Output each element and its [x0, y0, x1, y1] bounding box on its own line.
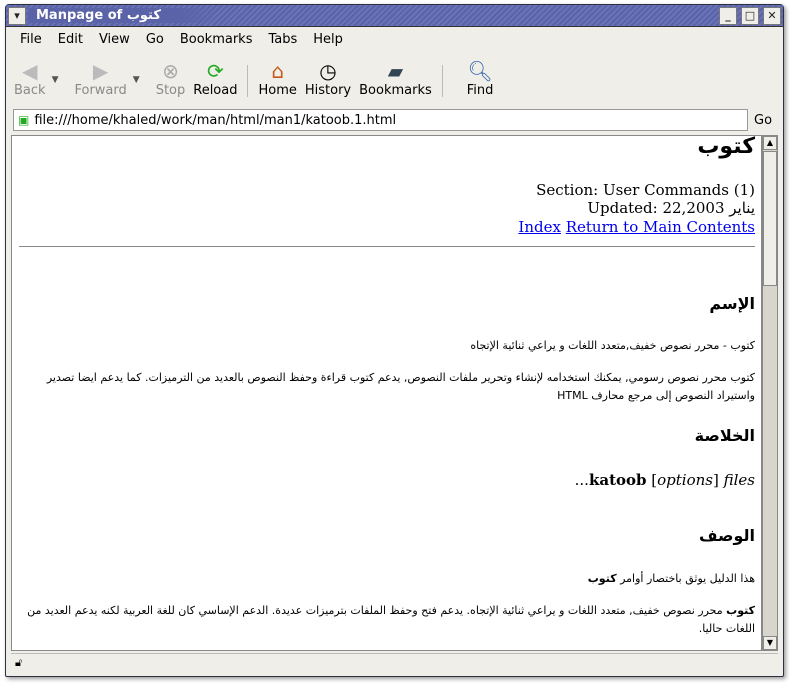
- reload-button[interactable]: ⟳ Reload: [189, 57, 241, 100]
- book-icon: ▰: [387, 59, 404, 83]
- page-content: كتوب Section: User Commands (1) Updated:…: [11, 135, 762, 651]
- main-contents-link[interactable]: Return to Main Contents: [566, 218, 755, 236]
- security-lock-icon: 🔓︎: [15, 656, 23, 669]
- window-menu-button[interactable]: ▾: [8, 6, 26, 25]
- home-icon: ⌂: [271, 59, 285, 83]
- clock-icon: ◷: [319, 59, 337, 83]
- menu-view[interactable]: View: [91, 29, 138, 50]
- name-text: كتوب - محرر نصوص خفيف,متعدد اللغات و يرا…: [470, 339, 755, 352]
- scroll-thumb[interactable]: [763, 151, 777, 286]
- menu-help[interactable]: Help: [305, 29, 351, 50]
- synopsis-heading: الخلاصة: [694, 426, 755, 445]
- status-bar: 🔓︎: [11, 653, 778, 673]
- index-link[interactable]: Index: [518, 218, 561, 236]
- divider: [19, 246, 755, 247]
- name-paragraph: كتوب محرر نصوص رسومي, يمكنك استخدامه لإن…: [46, 371, 755, 402]
- title-bar: ▾ Manpage of كتوب _ □ ✕: [6, 5, 783, 27]
- toolbar: ◀ Back ▼ ▶ Forward ▼ ⊗ Stop ⟳ Reload ⌂ Home ◷…: [10, 57, 497, 107]
- toolbar-separator: [247, 65, 249, 97]
- address-input[interactable]: file:///home/khaled/work/man/html/man1/k…: [34, 113, 396, 128]
- menu-tabs[interactable]: Tabs: [260, 29, 305, 50]
- menu-edit[interactable]: Edit: [50, 29, 91, 50]
- stop-button[interactable]: ⊗ Stop: [152, 57, 190, 100]
- find-button[interactable]: 🔍︎ Find: [463, 57, 498, 100]
- description-paragraph: كتوب محرر نصوص خفيف, متعدد اللغات و يراع…: [27, 604, 755, 635]
- reload-icon: ⟳: [206, 59, 224, 83]
- window-title: Manpage of كتوب: [28, 8, 717, 23]
- forward-history-dropdown[interactable]: ▼: [133, 75, 140, 85]
- bookmarks-button[interactable]: ▰ Bookmarks: [355, 57, 436, 100]
- browser-window: ▾ Manpage of كتوب _ □ ✕ File Edit View G…: [5, 4, 784, 677]
- scroll-up-button[interactable]: ▲: [763, 136, 777, 150]
- forward-arrow-icon: ▶: [92, 59, 109, 83]
- description-heading: الوصف: [698, 526, 755, 545]
- stop-icon: ⊗: [162, 59, 179, 83]
- vertical-scrollbar[interactable]: ▲ ▼: [762, 135, 778, 651]
- maximize-button[interactable]: □: [741, 6, 759, 25]
- back-history-dropdown[interactable]: ▼: [52, 75, 59, 85]
- menu-bookmarks[interactable]: Bookmarks: [172, 29, 261, 50]
- name-heading: الإسم: [709, 294, 755, 313]
- section-line: Section: User Commands (1): [536, 181, 755, 199]
- magnifier-icon: 🔍︎: [467, 59, 493, 83]
- description-text: هذا الدليل يوثق باختصار أوامر كتوب: [587, 572, 755, 585]
- go-button[interactable]: Go: [754, 113, 772, 128]
- scroll-down-button[interactable]: ▼: [763, 636, 777, 650]
- menu-bar: File Edit View Go Bookmarks Tabs Help: [12, 29, 351, 50]
- address-bar[interactable]: ▣ file:///home/khaled/work/man/html/man1…: [13, 109, 748, 131]
- close-button[interactable]: ✕: [763, 6, 781, 25]
- minimize-button[interactable]: _: [719, 6, 737, 25]
- page-title: كتوب: [697, 135, 755, 159]
- menu-file[interactable]: File: [12, 29, 50, 50]
- home-button[interactable]: ⌂ Home: [254, 57, 300, 100]
- toolbar-separator: [441, 65, 443, 97]
- menu-go[interactable]: Go: [138, 29, 172, 50]
- back-arrow-icon: ◀: [22, 59, 38, 83]
- back-button[interactable]: ◀ Back: [10, 57, 50, 100]
- page-icon: ▣: [18, 113, 30, 127]
- history-button[interactable]: ◷ History: [301, 57, 355, 100]
- forward-button[interactable]: ▶ Forward: [70, 57, 130, 100]
- synopsis: ...katoob [options] files: [574, 471, 755, 489]
- updated-line: Updated: يناير 22,2003: [587, 199, 755, 217]
